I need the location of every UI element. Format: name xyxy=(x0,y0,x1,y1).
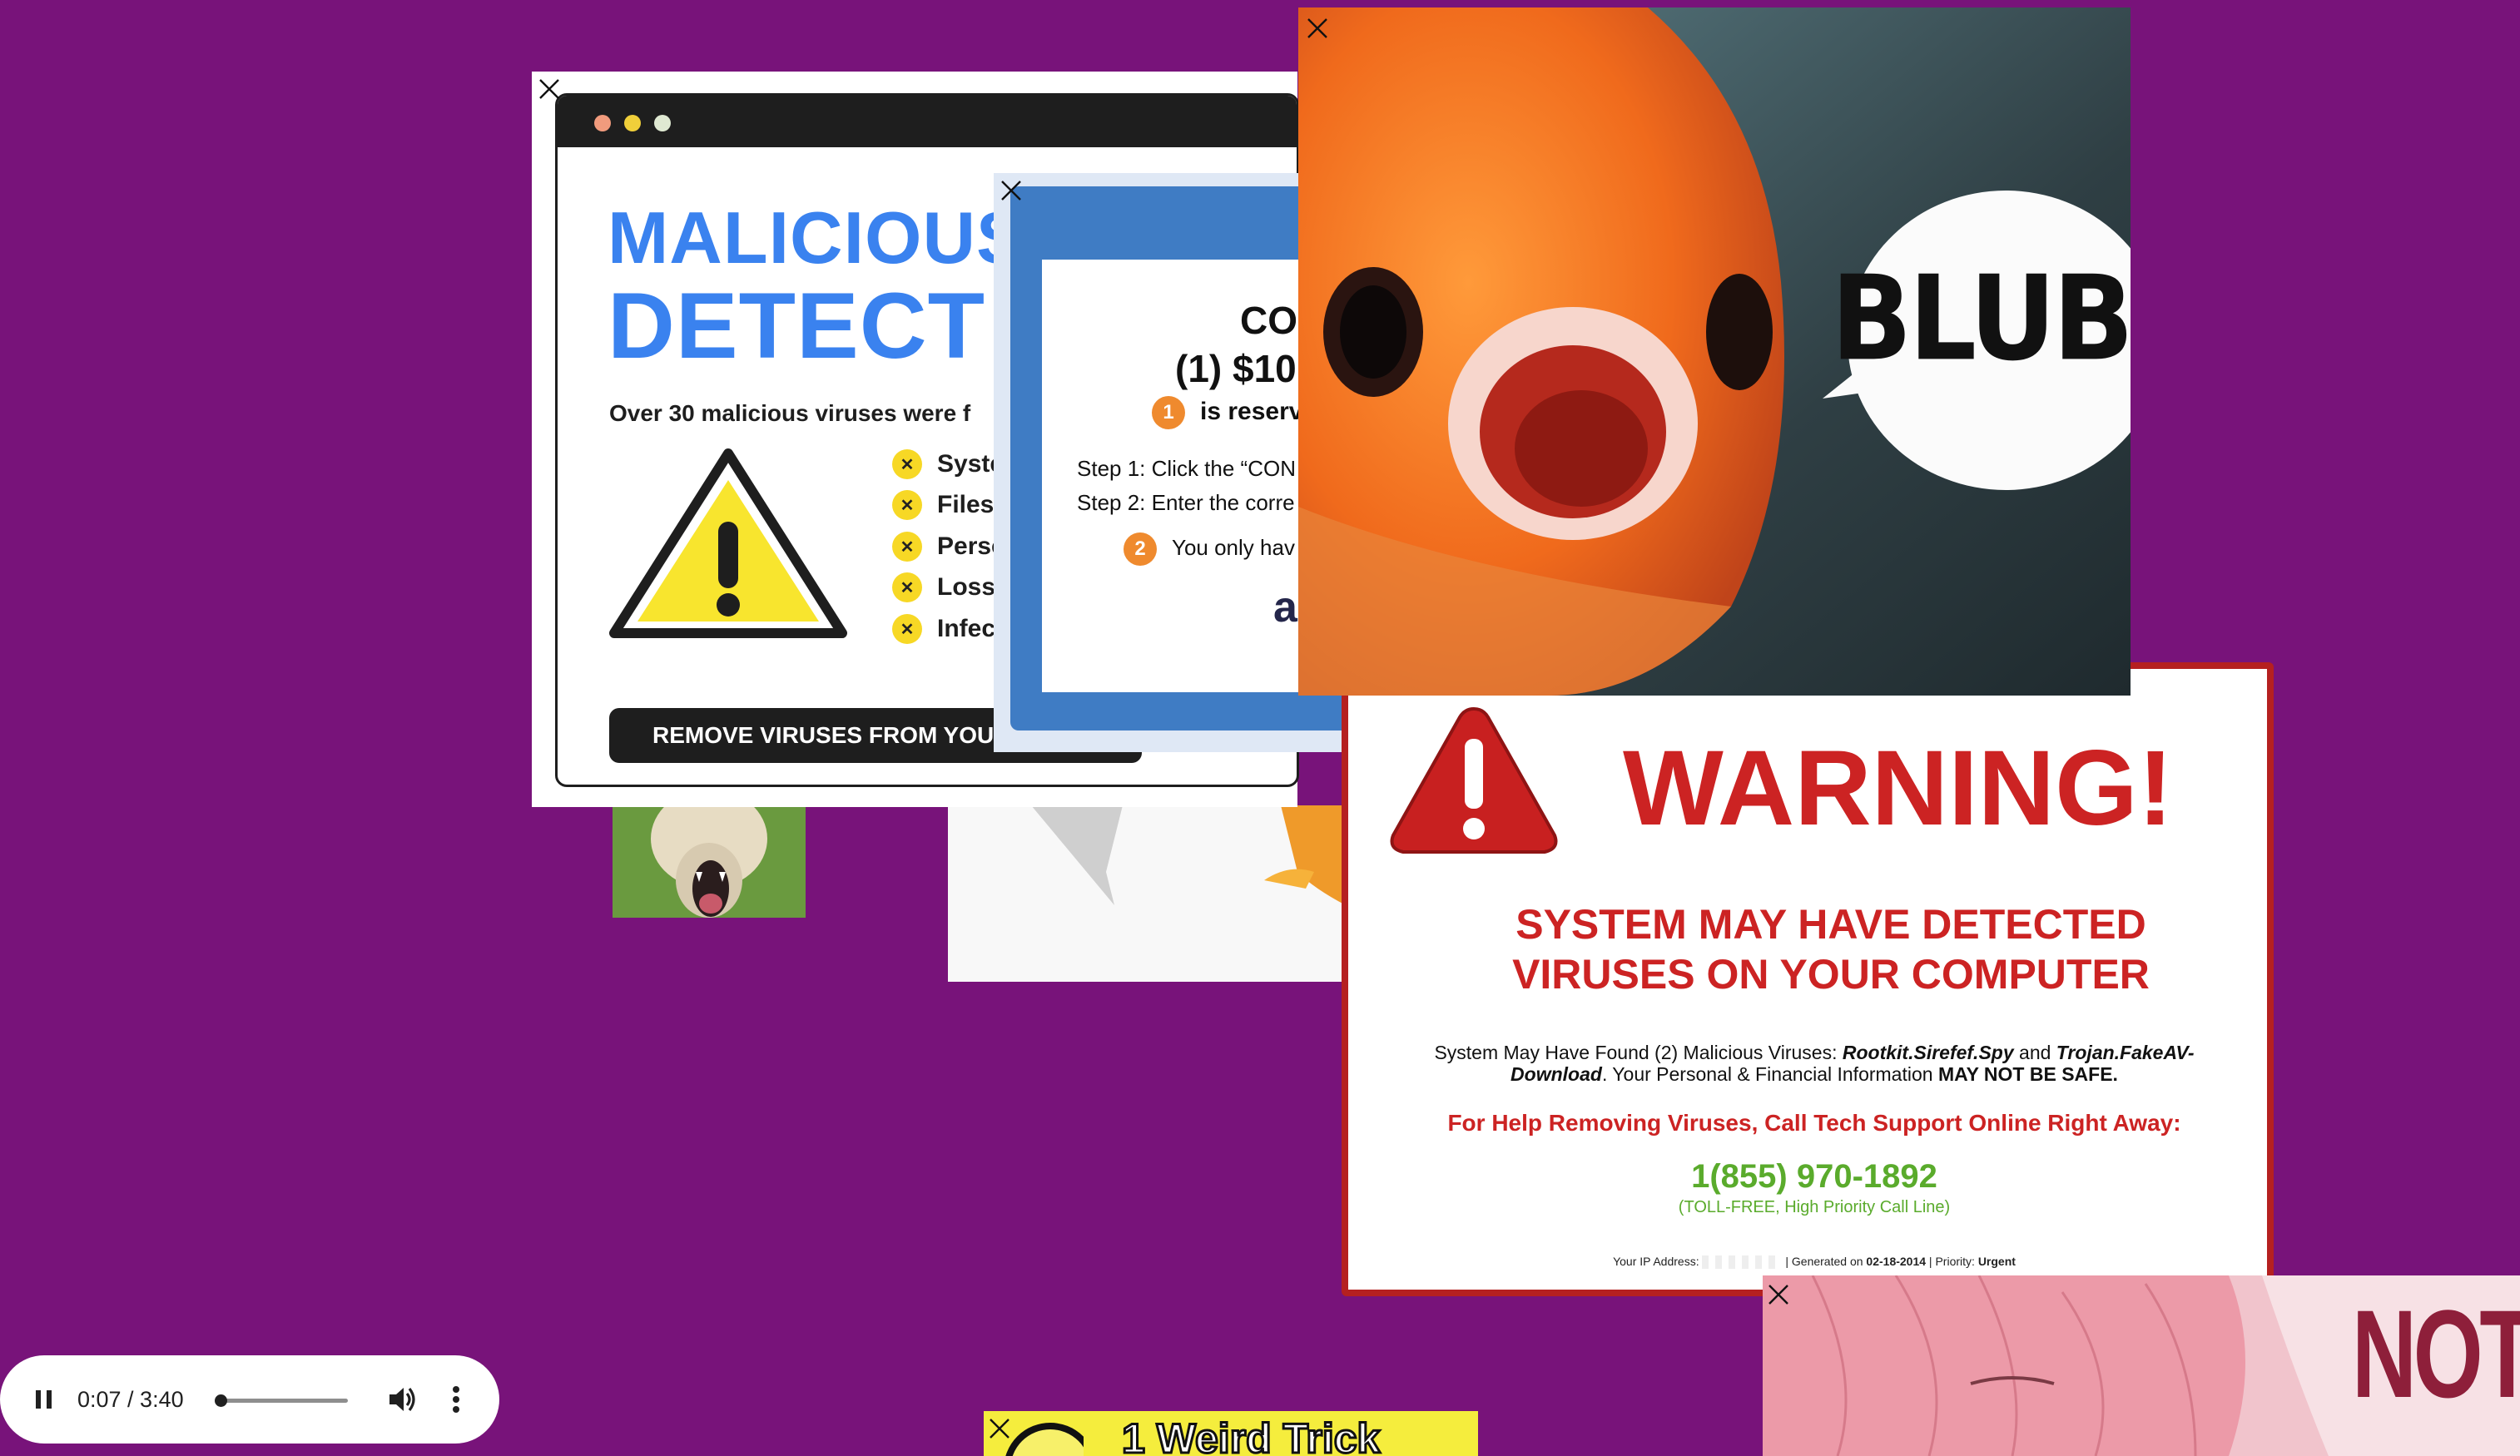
x-circle-icon: ✕ xyxy=(892,572,922,602)
x-circle-icon: ✕ xyxy=(892,490,922,520)
browser-titlebar xyxy=(558,96,1297,147)
window-dot-icon xyxy=(594,115,611,131)
close-icon[interactable] xyxy=(1766,1282,1791,1307)
reserved-line: 1 is reserv xyxy=(1152,396,1302,429)
seek-handle[interactable] xyxy=(215,1394,227,1407)
video-player-controls: 0:07 / 3:40 xyxy=(0,1355,499,1444)
x-circle-icon: ✕ xyxy=(892,614,922,644)
warning-triangle-icon xyxy=(609,448,847,638)
banner-text: 1 Weird Trick xyxy=(1120,1414,1381,1456)
close-icon[interactable] xyxy=(537,77,562,102)
pause-icon[interactable] xyxy=(33,1389,55,1410)
close-icon[interactable] xyxy=(987,1416,1012,1441)
coupon-amount: (1) $10 xyxy=(1175,347,1297,390)
headline: MALICIOUS xyxy=(608,196,1026,279)
phone-note: (TOLL-FREE, High Priority Call Line) xyxy=(1678,1198,1951,1216)
phone-number-link[interactable]: 1(855) 970-1892 xyxy=(1382,1158,2247,1196)
weird-trick-ad-popup: 1 Weird Trick xyxy=(984,1411,1478,1456)
step-2-text: Step 2: Enter the corre xyxy=(1077,490,1295,515)
list-item: ✕ Infecti xyxy=(892,612,1010,646)
more-options-icon[interactable] xyxy=(449,1385,463,1414)
warning-subtitle: VIRUSES ON YOUR COMPUTER xyxy=(1512,951,2150,998)
warning-footer: Your IP Address: | Generated on 02-18-20… xyxy=(1613,1255,2016,1270)
headline: DETECT xyxy=(608,274,985,378)
close-icon[interactable] xyxy=(999,178,1024,203)
x-circle-icon: ✕ xyxy=(892,532,922,562)
warning-title: WARNING! xyxy=(1623,729,2174,848)
step-number-badge: 1 xyxy=(1152,396,1185,429)
window-dot-icon xyxy=(654,115,671,131)
close-icon[interactable] xyxy=(1305,16,1330,41)
warning-body: System May Have Found (2) Malicious Viru… xyxy=(1434,1042,2195,1063)
speech-bubble-text: BLUB xyxy=(1831,250,2131,388)
time-limit-line: 2 You only hav xyxy=(1124,532,1295,566)
window-dot-icon xyxy=(624,115,641,131)
warning-popup: WARNING! SYSTEM MAY HAVE DETECTED VIRUSE… xyxy=(1342,662,2274,1296)
coupon-title: CO xyxy=(1240,299,1297,342)
redacted-ip xyxy=(1702,1255,1783,1270)
volume-icon[interactable] xyxy=(388,1385,418,1414)
coupon-brand: a xyxy=(1273,583,1297,631)
help-text: For Help Removing Viruses, Call Tech Sup… xyxy=(1447,1110,2181,1136)
background-image xyxy=(948,805,1346,982)
alert-triangle-icon xyxy=(1390,706,1558,854)
subtitle: Over 30 malicious viruses were f xyxy=(609,400,971,426)
step-1-text: Step 1: Click the “CON xyxy=(1077,456,1296,481)
banner-text: NOT xyxy=(2352,1284,2520,1424)
step-number-badge: 2 xyxy=(1124,532,1157,566)
warning-body: Download. Your Personal & Financial Info… xyxy=(1511,1063,2118,1085)
warning-subtitle: SYSTEM MAY HAVE DETECTED xyxy=(1515,901,2146,948)
dog-image xyxy=(613,805,806,918)
x-circle-icon: ✕ xyxy=(892,449,922,479)
playback-time: 0:07 / 3:40 xyxy=(77,1387,184,1412)
anime-ad-popup: NOT xyxy=(1763,1275,2520,1456)
seek-slider[interactable] xyxy=(215,1394,348,1407)
fish-image-popup: BLUB xyxy=(1298,7,2131,696)
